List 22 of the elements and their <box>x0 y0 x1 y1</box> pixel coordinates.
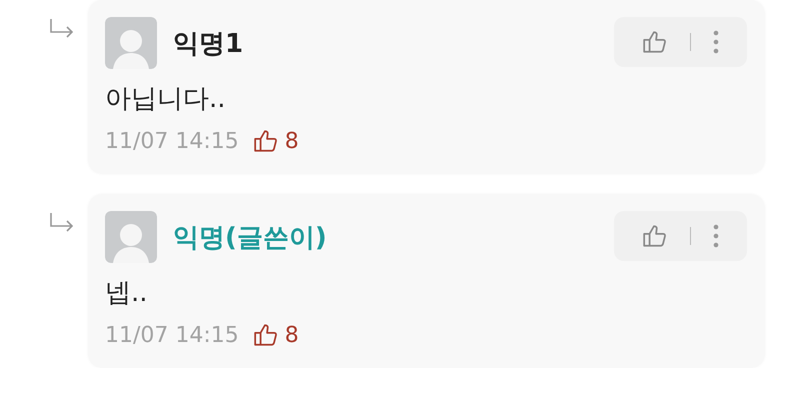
timestamp: 11/07 14:15 <box>105 128 239 154</box>
comment-text: 아닙니다.. <box>105 83 227 116</box>
like-button[interactable] <box>642 223 668 249</box>
reply-arrow-icon <box>48 18 76 40</box>
avatar-icon <box>105 211 157 263</box>
author-name: 익명(글쓴이) <box>173 222 327 254</box>
like-count: 8 <box>284 128 299 154</box>
thumbs-up-icon <box>252 128 279 154</box>
thumbs-up-icon <box>642 29 668 55</box>
like-button[interactable] <box>642 29 668 55</box>
thumbs-up-icon <box>642 223 668 249</box>
author-name: 익명1 <box>173 28 244 60</box>
thumbs-up-icon <box>252 322 279 348</box>
more-icon <box>713 29 719 55</box>
avatar-icon <box>105 17 157 69</box>
comment-text: 넵.. <box>105 277 149 310</box>
more-icon <box>713 223 719 249</box>
reply-arrow-icon <box>48 212 76 234</box>
timestamp: 11/07 14:15 <box>105 322 239 348</box>
more-button[interactable] <box>713 223 719 249</box>
more-button[interactable] <box>713 29 719 55</box>
like-count: 8 <box>284 322 299 348</box>
